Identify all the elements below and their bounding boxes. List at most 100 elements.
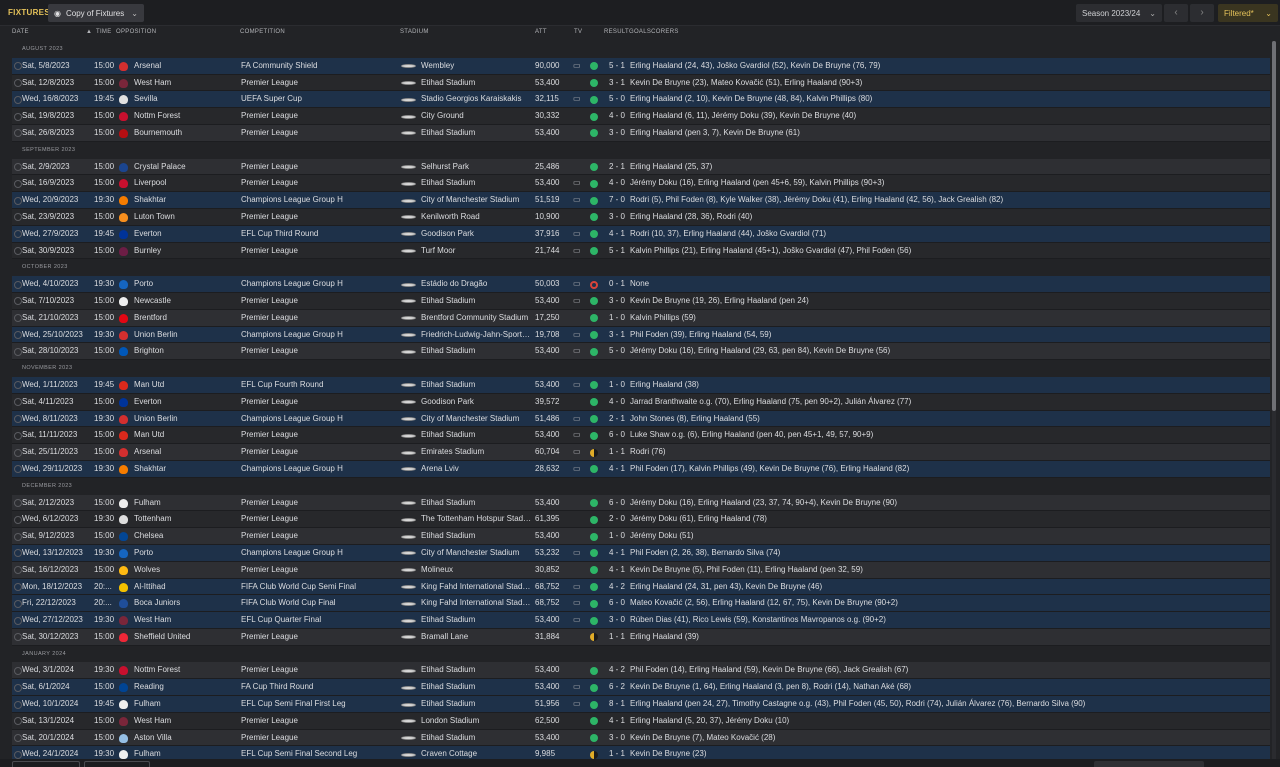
opposition-link[interactable]: Wolves (134, 562, 238, 579)
result-score[interactable]: 1 - 1 (605, 444, 629, 461)
result-score[interactable]: 4 - 0 (605, 394, 629, 411)
opposition-link[interactable]: Everton (134, 226, 238, 243)
fixture-row[interactable]: Wed, 13/12/2023 19:30 Porto Champions Leagu… (12, 544, 1270, 562)
select-checkbox[interactable] (14, 347, 22, 356)
select-checkbox[interactable] (14, 247, 22, 256)
result-score[interactable]: 6 - 0 (605, 427, 629, 444)
bottom-button-left[interactable] (12, 761, 80, 767)
bottom-button-right[interactable] (1094, 761, 1204, 767)
result-score[interactable]: 3 - 0 (605, 612, 629, 629)
result-score[interactable]: 8 - 1 (605, 696, 629, 713)
opposition-link[interactable]: Chelsea (134, 528, 238, 545)
result-score[interactable]: 3 - 1 (605, 75, 629, 92)
select-checkbox[interactable] (14, 566, 22, 575)
stadium-link[interactable]: King Fahd International Stadium (421, 595, 532, 612)
fixture-row[interactable]: Wed, 27/12/2023 19:30 West Ham EFL Cup Quar… (12, 612, 1270, 629)
stadium-link[interactable]: Bramall Lane (421, 629, 532, 646)
select-checkbox[interactable] (14, 750, 22, 759)
stadium-link[interactable]: Etihad Stadium (421, 662, 532, 679)
next-season-button[interactable]: › (1190, 4, 1214, 22)
result-score[interactable]: 3 - 0 (605, 293, 629, 310)
fixture-row[interactable]: Sat, 4/11/2023 15:00 Everton Premier League… (12, 393, 1270, 411)
competition-link[interactable]: Premier League (241, 108, 397, 125)
stadium-link[interactable]: City Ground (421, 108, 532, 125)
opposition-link[interactable]: Reading (134, 679, 238, 696)
result-score[interactable]: 4 - 2 (605, 579, 629, 596)
opposition-link[interactable]: Fulham (134, 495, 238, 512)
column-tv[interactable]: TV (574, 29, 582, 35)
competition-link[interactable]: Premier League (241, 243, 397, 260)
fixture-row[interactable]: Sat, 7/10/2023 15:00 Newcastle Premier Leag… (12, 292, 1270, 310)
opposition-link[interactable]: West Ham (134, 612, 238, 629)
result-score[interactable]: 3 - 0 (605, 730, 629, 747)
result-score[interactable]: 1 - 0 (605, 310, 629, 327)
fixture-row[interactable]: Mon, 18/12/2023 20:... Al-Ittihad FIFA Club… (12, 578, 1270, 596)
competition-link[interactable]: Premier League (241, 159, 397, 176)
stadium-link[interactable]: City of Manchester Stadium (421, 192, 532, 209)
opposition-link[interactable]: Nottm Forest (134, 108, 238, 125)
stadium-link[interactable]: Etihad Stadium (421, 528, 532, 545)
fixture-row[interactable]: Sat, 21/10/2023 15:00 Brentford Premier Lea… (12, 309, 1270, 327)
select-checkbox[interactable] (14, 163, 22, 172)
stadium-link[interactable]: Craven Cottage (421, 746, 532, 759)
result-score[interactable]: 2 - 1 (605, 411, 629, 428)
stadium-link[interactable]: Wembley (421, 58, 532, 75)
competition-link[interactable]: Premier League (241, 528, 397, 545)
opposition-link[interactable]: Porto (134, 276, 238, 293)
competition-link[interactable]: Premier League (241, 629, 397, 646)
competition-link[interactable]: Champions League Group H (241, 411, 397, 428)
filter-button[interactable]: Filtered* ⌄ (1218, 4, 1278, 22)
previous-season-button[interactable]: ‹ (1164, 4, 1188, 22)
opposition-link[interactable]: Brentford (134, 310, 238, 327)
column-goalscorers[interactable]: GOALSCORERS (629, 29, 679, 35)
opposition-link[interactable]: Al-Ittihad (134, 579, 238, 596)
competition-link[interactable]: Champions League Group H (241, 461, 397, 478)
competition-link[interactable]: FA Cup Third Round (241, 679, 397, 696)
opposition-link[interactable]: Luton Town (134, 209, 238, 226)
result-score[interactable]: 1 - 1 (605, 746, 629, 759)
competition-link[interactable]: Premier League (241, 394, 397, 411)
competition-link[interactable]: Premier League (241, 343, 397, 360)
result-score[interactable]: 3 - 0 (605, 125, 629, 142)
fixture-row[interactable]: Wed, 20/9/2023 19:30 Shakhtar Champions Lea… (12, 192, 1270, 209)
stadium-link[interactable]: Friedrich-Ludwig-Jahn-Sportpark (421, 327, 532, 344)
fixture-row[interactable]: Wed, 24/1/2024 19:30 Fulham EFL Cup Semi Fi… (12, 746, 1270, 759)
opposition-link[interactable]: Man Utd (134, 377, 238, 394)
stadium-link[interactable]: Arena Lviv (421, 461, 532, 478)
competition-link[interactable]: Premier League (241, 730, 397, 747)
opposition-link[interactable]: West Ham (134, 713, 238, 730)
opposition-link[interactable]: Boca Juniors (134, 595, 238, 612)
stadium-link[interactable]: The Tottenham Hotspur Stadium (421, 511, 532, 528)
select-checkbox[interactable] (14, 196, 22, 205)
fixture-row[interactable]: Sat, 23/9/2023 15:00 Luton Town Premier Lea… (12, 208, 1270, 226)
select-checkbox[interactable] (14, 112, 22, 121)
opposition-link[interactable]: Porto (134, 545, 238, 562)
scrollbar-thumb[interactable] (1272, 41, 1276, 411)
fixture-row[interactable]: Wed, 6/12/2023 19:30 Tottenham Premier Leag… (12, 511, 1270, 529)
select-checkbox[interactable] (14, 314, 22, 323)
fixture-row[interactable]: Sat, 6/1/2024 15:00 Reading FA Cup Third Ro… (12, 679, 1270, 697)
column-att[interactable]: ATT (535, 29, 547, 35)
select-checkbox[interactable] (14, 129, 22, 138)
stadium-link[interactable]: City of Manchester Stadium (421, 411, 532, 428)
select-checkbox[interactable] (14, 549, 22, 558)
select-checkbox[interactable] (14, 666, 22, 675)
column-result[interactable]: RESULT (604, 29, 629, 35)
select-checkbox[interactable] (14, 95, 22, 104)
result-score[interactable]: 4 - 1 (605, 226, 629, 243)
competition-link[interactable]: Premier League (241, 495, 397, 512)
fixture-row[interactable]: Wed, 8/11/2023 19:30 Union Berlin Champions… (12, 410, 1270, 428)
stadium-link[interactable]: Selhurst Park (421, 159, 532, 176)
competition-link[interactable]: UEFA Super Cup (241, 91, 397, 108)
competition-link[interactable]: Premier League (241, 662, 397, 679)
competition-link[interactable]: Champions League Group H (241, 327, 397, 344)
stadium-link[interactable]: Brentford Community Stadium (421, 310, 532, 327)
fixture-row[interactable]: Sat, 13/1/2024 15:00 West Ham Premier Leagu… (12, 712, 1270, 730)
stadium-link[interactable]: Etihad Stadium (421, 175, 532, 192)
select-checkbox[interactable] (14, 700, 22, 709)
opposition-link[interactable]: Arsenal (134, 58, 238, 75)
competition-link[interactable]: Champions League Group H (241, 276, 397, 293)
competition-link[interactable]: EFL Cup Semi Final Second Leg (241, 746, 397, 759)
opposition-link[interactable]: Arsenal (134, 444, 238, 461)
opposition-link[interactable]: Crystal Palace (134, 159, 238, 176)
